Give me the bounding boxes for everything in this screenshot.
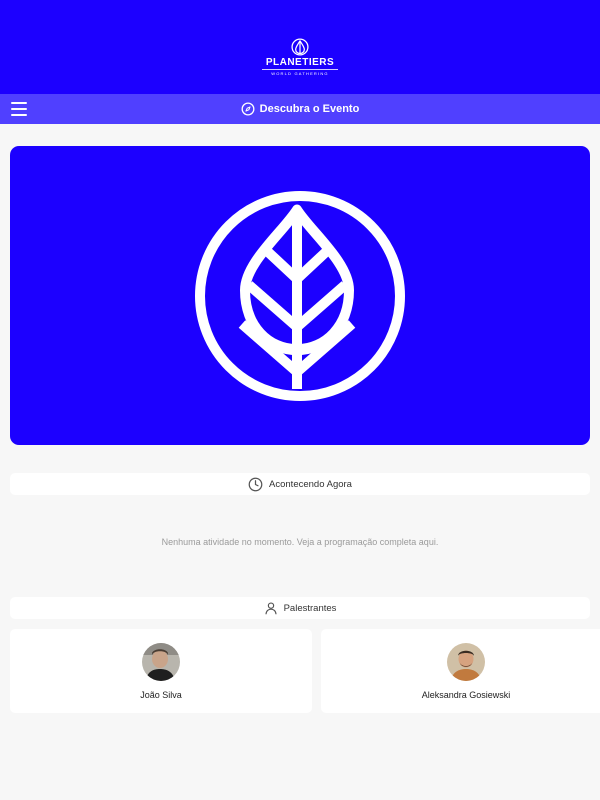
- speakers-header: Palestrantes: [10, 597, 590, 619]
- app-logo[interactable]: PLANETIERS WORLD GATHERING: [262, 38, 338, 76]
- page-title: Descubra o Evento: [259, 103, 360, 115]
- happening-now-title: Acontecendo Agora: [269, 478, 352, 490]
- user-icon: [265, 602, 277, 615]
- nav-bar: Descubra o Evento: [0, 94, 600, 124]
- avatar: [142, 643, 180, 681]
- event-hero-banner[interactable]: [10, 146, 590, 445]
- speaker-card[interactable]: Aleksandra Gosiewski: [321, 629, 600, 713]
- clock-icon: [248, 477, 263, 491]
- logo-title: PLANETIERS: [265, 57, 335, 68]
- speaker-name: João Silva: [140, 690, 182, 700]
- top-header: PLANETIERS WORLD GATHERING: [0, 0, 600, 94]
- empty-activity-message[interactable]: Nenhuma atividade no momento. Veja a pro…: [0, 537, 600, 547]
- speaker-name: Aleksandra Gosiewski: [421, 690, 511, 700]
- nav-title-group: Descubra o Evento: [241, 102, 360, 116]
- logo-subtitle: WORLD GATHERING: [271, 71, 329, 76]
- speaker-card[interactable]: João Silva: [10, 629, 312, 713]
- leaf-in-circle-logo-icon: [195, 190, 405, 401]
- avatar: [447, 643, 485, 681]
- leaf-logo-icon: [291, 38, 309, 56]
- logo-divider: [262, 69, 338, 70]
- compass-icon: [241, 102, 255, 116]
- hamburger-menu-icon[interactable]: [10, 101, 28, 117]
- speakers-title: Palestrantes: [283, 602, 337, 614]
- happening-now-header: Acontecendo Agora: [10, 473, 590, 495]
